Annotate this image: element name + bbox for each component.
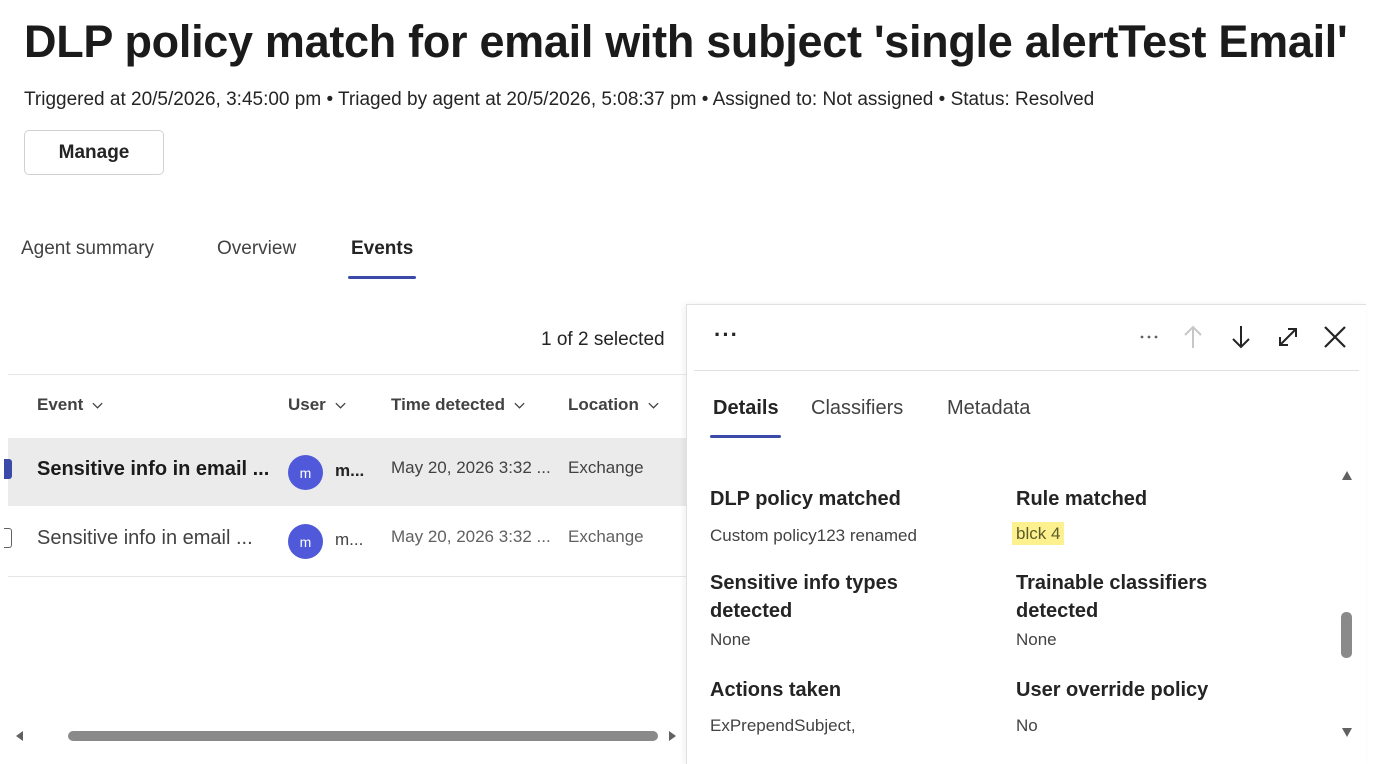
alert-meta-line: Triggered at 20/5/2026, 3:45:00 pm • Tri…	[24, 89, 1095, 110]
row-divider	[8, 576, 686, 577]
panel-divider	[694, 370, 1359, 371]
column-header-time-detected[interactable]: Time detected	[391, 395, 526, 415]
rule-matched-highlight: blck 4	[1012, 522, 1065, 545]
chevron-down-icon	[335, 402, 346, 409]
avatar: m	[288, 524, 323, 559]
column-header-label: Event	[37, 395, 84, 414]
dlp-policy-label: DLP policy matched	[710, 488, 901, 510]
horizontal-scroll-thumb[interactable]	[68, 731, 658, 741]
column-header-user[interactable]: User	[288, 395, 347, 415]
selection-count: 1 of 2 selected	[541, 329, 665, 350]
expand-icon[interactable]	[1274, 322, 1302, 352]
more-actions-button[interactable]: ···	[714, 322, 739, 348]
location-cell: Exchange	[568, 527, 644, 546]
active-tab-indicator	[348, 276, 416, 279]
scroll-down-icon[interactable]	[1342, 728, 1352, 737]
column-header-location[interactable]: Location	[568, 395, 660, 415]
row-checkbox[interactable]	[4, 528, 12, 548]
more-options-icon[interactable]	[1137, 326, 1161, 348]
chevron-down-icon	[92, 402, 103, 409]
vertical-scroll-thumb[interactable]	[1341, 612, 1352, 658]
column-header-label: Time detected	[391, 395, 506, 414]
tab-details[interactable]: Details	[713, 397, 779, 420]
tab-agent-summary[interactable]: Agent summary	[21, 238, 154, 260]
user-override-value: No	[1016, 716, 1038, 735]
page-title: DLP policy match for email with subject …	[24, 16, 1348, 67]
sit-label-line: Sensitive info types	[710, 572, 898, 594]
time-cell: May 20, 2026 3:32 ...	[391, 527, 551, 546]
avatar: m	[288, 455, 323, 490]
column-header-event[interactable]: Event	[37, 395, 104, 415]
scroll-up-icon[interactable]	[1342, 471, 1352, 480]
column-header-label: User	[288, 395, 326, 414]
event-cell[interactable]: Sensitive info in email ...	[37, 527, 253, 550]
tab-classifiers[interactable]: Classifiers	[811, 397, 903, 420]
chevron-down-icon	[648, 402, 659, 409]
tab-overview[interactable]: Overview	[217, 238, 296, 260]
rule-matched-value: blck 4	[1012, 522, 1065, 545]
close-icon[interactable]	[1320, 322, 1350, 352]
active-tab-indicator	[710, 435, 781, 438]
location-cell: Exchange	[568, 458, 644, 477]
trainable-classifiers-value: None	[1016, 630, 1057, 649]
actions-taken-label: Actions taken	[710, 679, 842, 701]
user-cell: m...	[335, 461, 365, 480]
manage-button[interactable]: Manage	[24, 130, 164, 175]
chevron-down-icon	[514, 402, 525, 409]
user-cell: m...	[335, 530, 364, 549]
arrow-down-icon[interactable]	[1228, 322, 1254, 352]
scroll-right-icon[interactable]	[668, 731, 676, 741]
sit-label: Sensitive info types detected	[710, 569, 898, 625]
dlp-policy-value: Custom policy123 renamed	[710, 526, 917, 545]
arrow-up-icon[interactable]	[1180, 322, 1206, 352]
grid-divider	[8, 374, 686, 375]
scroll-left-icon[interactable]	[16, 731, 24, 741]
time-cell: May 20, 2026 3:32 ...	[391, 458, 551, 477]
tab-events[interactable]: Events	[351, 238, 413, 260]
event-cell[interactable]: Sensitive info in email ...	[37, 458, 269, 481]
row-checkbox[interactable]	[4, 459, 12, 479]
tab-metadata[interactable]: Metadata	[947, 397, 1030, 420]
actions-taken-value: ExPrependSubject,	[710, 716, 856, 735]
rule-matched-label: Rule matched	[1016, 488, 1148, 510]
tc-label-line: Trainable classifiers	[1016, 572, 1208, 594]
column-header-label: Location	[568, 395, 639, 414]
sit-label-line: detected	[710, 600, 793, 622]
sit-value: None	[710, 630, 751, 649]
tc-label-line: detected	[1016, 600, 1099, 622]
user-override-label: User override policy	[1016, 679, 1209, 701]
trainable-classifiers-label: Trainable classifiers detected	[1016, 569, 1207, 625]
